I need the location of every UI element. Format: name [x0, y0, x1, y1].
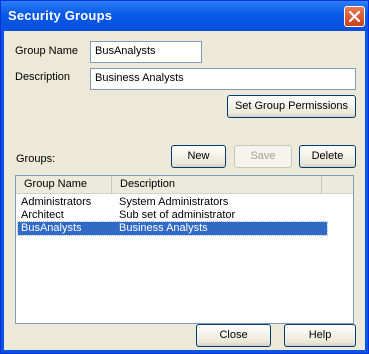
- dialog-body: Group Name BusAnalysts Description Busin…: [4, 31, 365, 350]
- row-group-name: BusAnalysts: [21, 222, 82, 234]
- help-button[interactable]: Help: [284, 324, 356, 347]
- row-description: Sub set of administrator: [119, 209, 236, 221]
- row-group-name: Architect: [21, 209, 64, 221]
- description-field[interactable]: Business Analysts: [90, 68, 356, 90]
- group-name-field[interactable]: BusAnalysts: [90, 41, 202, 63]
- description-label: Description: [15, 71, 71, 83]
- row-group-name: Administrators: [21, 196, 92, 208]
- groups-list[interactable]: Group Name Description Administrators Sy…: [15, 175, 354, 324]
- groups-label: Groups:: [16, 153, 56, 165]
- close-icon: [349, 11, 360, 22]
- set-group-permissions-button[interactable]: Set Group Permissions: [227, 95, 356, 118]
- security-groups-dialog: Security Groups Group Name BusAnalysts D…: [0, 0, 369, 354]
- save-button[interactable]: Save: [234, 145, 292, 168]
- column-header-group-name[interactable]: Group Name: [16, 176, 112, 193]
- group-name-label: Group Name: [15, 45, 78, 57]
- delete-button[interactable]: Delete: [299, 145, 356, 168]
- window-title: Security Groups: [8, 8, 113, 23]
- close-window-button[interactable]: [344, 6, 365, 27]
- table-row-selected[interactable]: BusAnalysts Business Analysts: [17, 221, 328, 236]
- row-description: Business Analysts: [119, 222, 208, 234]
- close-button[interactable]: Close: [196, 324, 271, 347]
- table-row[interactable]: Architect Sub set of administrator: [18, 209, 327, 222]
- row-description: System Administrators: [119, 196, 229, 208]
- column-header-description[interactable]: Description: [112, 176, 322, 193]
- new-button[interactable]: New: [171, 145, 226, 168]
- groups-list-header: Group Name Description: [16, 176, 353, 194]
- table-row[interactable]: Administrators System Administrators: [18, 196, 327, 209]
- title-bar[interactable]: Security Groups: [1, 1, 368, 31]
